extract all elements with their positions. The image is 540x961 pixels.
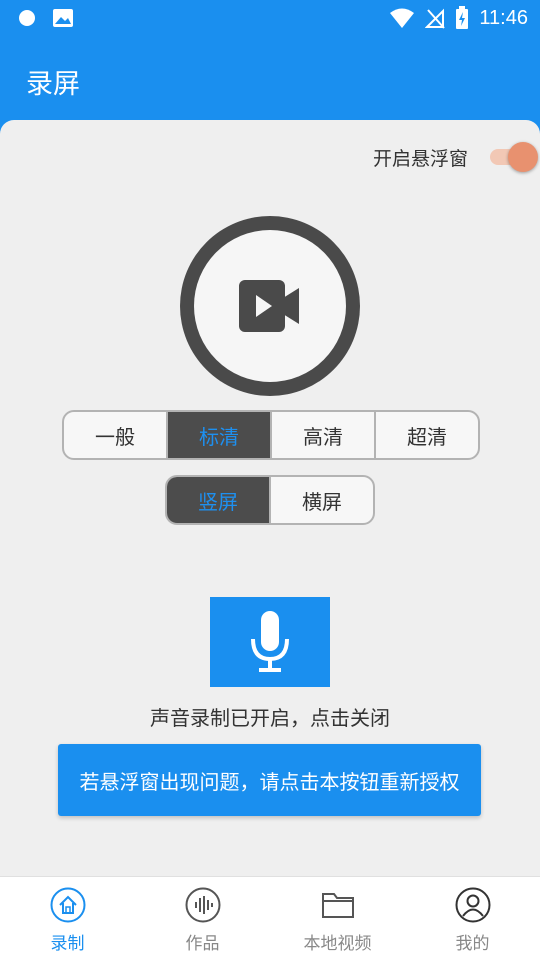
record-button-face <box>194 230 346 382</box>
toggle-thumb <box>508 142 538 172</box>
nav-item-local-videos[interactable]: 本地视频 <box>270 877 405 961</box>
audio-wave-icon <box>185 887 220 923</box>
video-camera-icon <box>239 280 299 332</box>
nav-item-profile[interactable]: 我的 <box>405 877 540 961</box>
home-icon <box>50 887 85 923</box>
orientation-selector: 竖屏 横屏 <box>165 475 375 525</box>
orientation-option-portrait[interactable]: 竖屏 <box>167 477 269 523</box>
app-bar: 录屏 <box>0 36 540 120</box>
no-signal-icon <box>425 8 446 29</box>
main-panel: 开启悬浮窗 一般 标清 高清 超清 竖屏 横屏 声音录制已开启，点击关闭 若悬浮… <box>0 120 540 876</box>
microphone-icon <box>251 611 289 672</box>
audio-status-text[interactable]: 声音录制已开启，点击关闭 <box>0 702 540 731</box>
nav-item-works[interactable]: 作品 <box>135 877 270 961</box>
nav-label-profile: 我的 <box>455 934 490 954</box>
quality-selector: 一般 标清 高清 超清 <box>62 410 480 460</box>
folder-icon <box>321 893 354 918</box>
nav-label-local-videos: 本地视频 <box>303 934 372 954</box>
battery-charging-icon <box>456 6 469 29</box>
status-time: 11:46 <box>479 6 528 29</box>
status-bar: 11:46 <box>0 0 540 36</box>
user-icon <box>455 887 490 923</box>
floating-window-toggle[interactable] <box>486 142 538 172</box>
wifi-icon <box>390 8 415 28</box>
floating-window-label: 开启悬浮窗 <box>372 147 468 170</box>
reauthorize-button[interactable]: 若悬浮窗出现问题，请点击本按钮重新授权 <box>58 744 481 816</box>
quality-option-normal[interactable]: 一般 <box>64 412 166 458</box>
bottom-nav: 录制 作品 本地视频 我的 <box>0 876 540 961</box>
image-icon <box>53 9 73 27</box>
nav-label-record: 录制 <box>50 934 85 954</box>
audio-toggle-button[interactable] <box>210 597 330 687</box>
floating-window-row: 开启悬浮窗 <box>372 142 538 172</box>
notification-dot-icon <box>19 10 35 26</box>
record-button[interactable] <box>180 216 360 396</box>
quality-option-uhd[interactable]: 超清 <box>374 412 478 458</box>
quality-option-hd[interactable]: 高清 <box>270 412 374 458</box>
quality-option-sd[interactable]: 标清 <box>166 412 270 458</box>
nav-item-record[interactable]: 录制 <box>0 877 135 961</box>
page-title: 录屏 <box>26 69 80 100</box>
nav-label-works: 作品 <box>185 934 220 954</box>
orientation-option-landscape[interactable]: 横屏 <box>269 477 373 523</box>
